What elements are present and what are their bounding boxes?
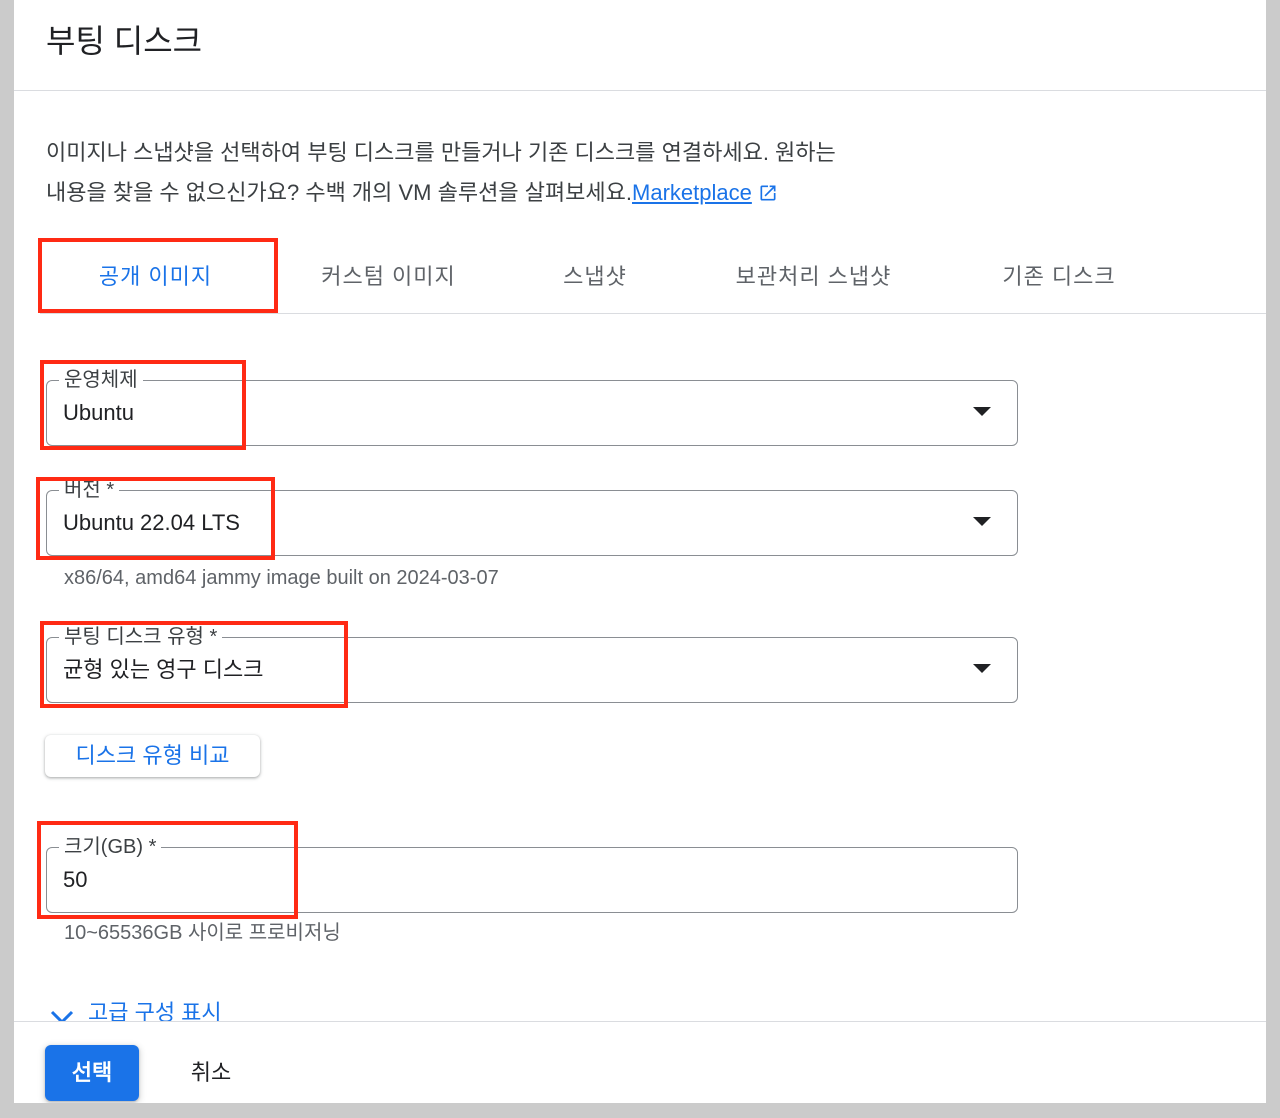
- description: 이미지나 스냅샷을 선택하여 부팅 디스크를 만들거나 기존 디스크를 연결하세…: [46, 133, 836, 213]
- size-value: 50: [63, 867, 88, 892]
- version-helper-text: x86/64, amd64 jammy image built on 2024-…: [64, 567, 499, 589]
- scroll-content[interactable]: 이미지나 스냅샷을 선택하여 부팅 디스크를 만들거나 기존 디스크를 연결하세…: [14, 91, 1266, 1021]
- description-line-2: 내용을 찾을 수 없으신가요? 수백 개의 VM 솔루션을 살펴보세요.Mark…: [46, 173, 836, 213]
- show-advanced-config-label: 고급 구성 표시: [88, 1000, 222, 1021]
- select-button[interactable]: 선택: [45, 1045, 139, 1101]
- marketplace-link-label: Marketplace: [632, 180, 752, 205]
- dropdown-arrow-icon: [973, 407, 991, 416]
- show-advanced-config-toggle[interactable]: 고급 구성 표시: [50, 998, 280, 1021]
- dropdown-arrow-icon: [973, 664, 991, 673]
- page-title: 부팅 디스크: [46, 23, 203, 59]
- marketplace-link[interactable]: Marketplace: [632, 180, 778, 205]
- description-text: 내용을 찾을 수 없으신가요? 수백 개의 VM 솔루션을 살펴보세요.: [46, 180, 633, 205]
- screen: 부팅 디스크 이미지나 스냅샷을 선택하여 부팅 디스크를 만들거나 기존 디스…: [0, 0, 1280, 1118]
- tab-public-images[interactable]: 공개 이미지: [46, 241, 265, 313]
- cancel-button[interactable]: 취소: [164, 1045, 258, 1101]
- footer-divider: [14, 1021, 1266, 1022]
- disk-type-value: 균형 있는 영구 디스크: [63, 657, 264, 682]
- open-in-new-icon: [758, 183, 778, 203]
- boot-disk-panel: 부팅 디스크 이미지나 스냅샷을 선택하여 부팅 디스크를 만들거나 기존 디스…: [14, 0, 1266, 1103]
- tab-bar: 공개 이미지 커스텀 이미지 스냅샷 보관처리 스냅샷 기존 디스크: [40, 241, 1266, 314]
- tab-custom-images[interactable]: 커스텀 이미지: [265, 241, 512, 313]
- tab-existing-disks[interactable]: 기존 디스크: [949, 241, 1169, 313]
- tab-snapshots[interactable]: 스냅샷: [512, 241, 678, 313]
- compare-disk-types-button[interactable]: 디스크 유형 비교: [45, 735, 260, 777]
- size-helper-text: 10~65536GB 사이로 프로비저닝: [64, 922, 341, 944]
- version-value: Ubuntu 22.04 LTS: [63, 510, 240, 535]
- disk-type-select[interactable]: 부팅 디스크 유형 * 균형 있는 영구 디스크: [46, 625, 1018, 703]
- os-select[interactable]: 운영체제 Ubuntu: [46, 368, 1018, 446]
- version-select[interactable]: 버전 * Ubuntu 22.04 LTS: [46, 478, 1018, 556]
- tab-archived-snapshots[interactable]: 보관처리 스냅샷: [678, 241, 949, 313]
- os-value: Ubuntu: [63, 400, 134, 425]
- description-line-1: 이미지나 스냅샷을 선택하여 부팅 디스크를 만들거나 기존 디스크를 연결하세…: [46, 140, 836, 165]
- chevron-down-icon: [50, 1010, 74, 1021]
- size-input[interactable]: 크기(GB) * 50: [46, 835, 1018, 913]
- dropdown-arrow-icon: [973, 517, 991, 526]
